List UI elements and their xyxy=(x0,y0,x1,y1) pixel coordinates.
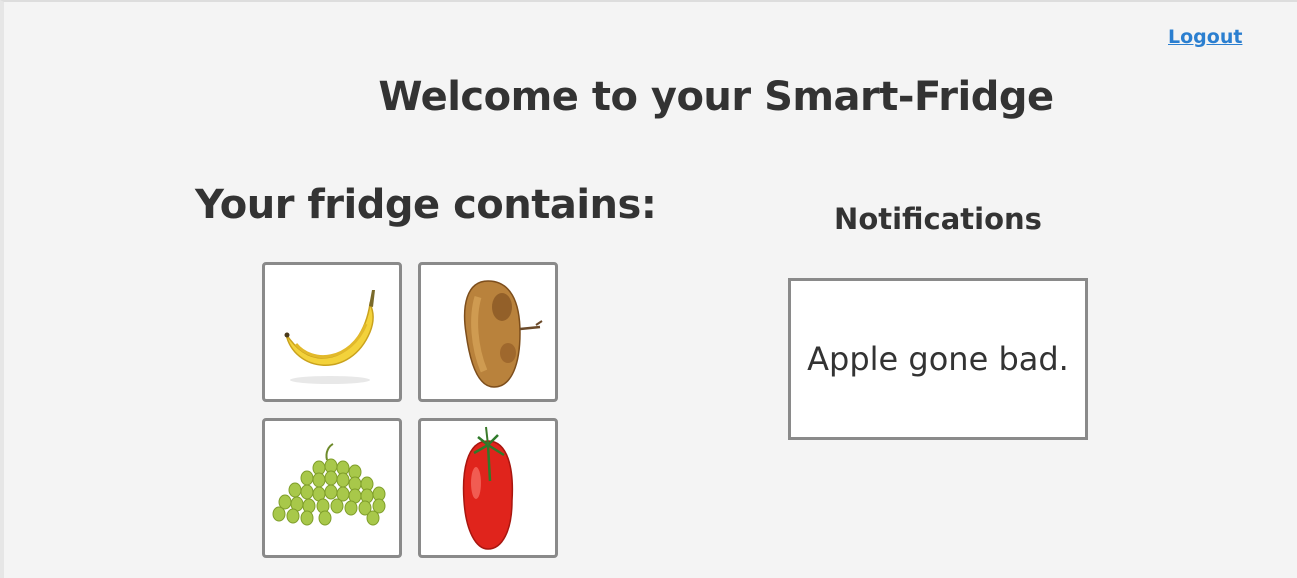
notification-message: Apple gone bad. xyxy=(807,340,1069,378)
rotten-apple-icon xyxy=(463,280,543,388)
notifications-panel: Apple gone bad. xyxy=(788,278,1088,440)
fridge-items-grid xyxy=(262,262,558,558)
fridge-item-apple[interactable] xyxy=(418,262,558,402)
banana-icon xyxy=(284,290,375,384)
page-frame: Logout Welcome to your Smart-Fridge Your… xyxy=(0,0,1297,578)
notifications-heading: Notifications xyxy=(834,202,1042,236)
fridge-item-banana[interactable] xyxy=(262,262,402,402)
fridge-item-tomato[interactable] xyxy=(418,418,558,558)
logout-link[interactable]: Logout xyxy=(1168,26,1242,48)
fridge-contents-heading: Your fridge contains: xyxy=(195,182,657,228)
fridge-item-grapes[interactable] xyxy=(262,418,402,558)
grapes-icon xyxy=(272,443,386,526)
tomato-icon xyxy=(462,426,514,550)
page-title: Welcome to your Smart-Fridge xyxy=(378,74,1054,120)
